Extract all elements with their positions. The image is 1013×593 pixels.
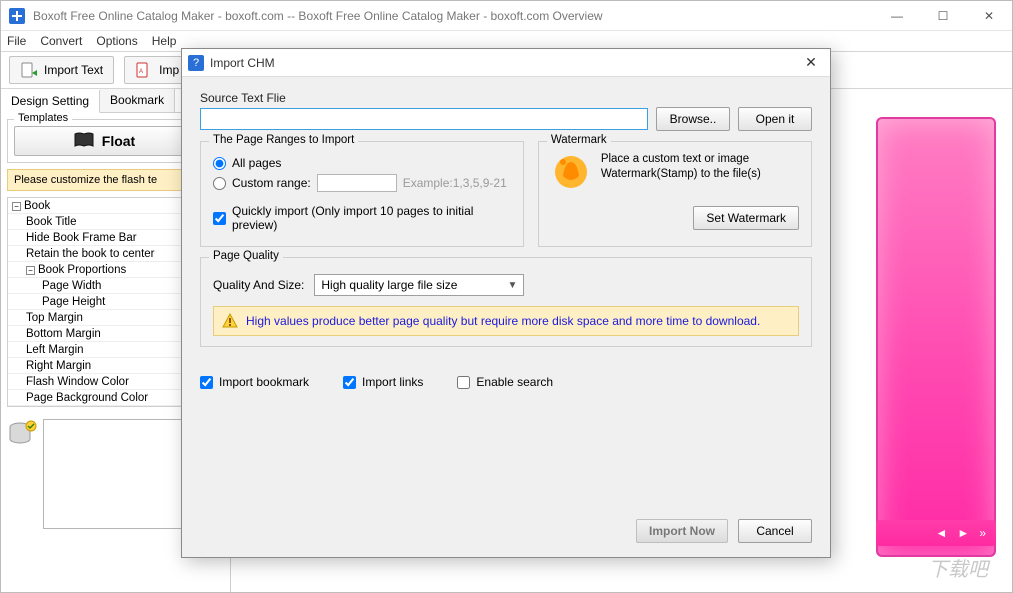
tab-bookmark[interactable]: Bookmark (100, 89, 175, 112)
all-pages-radio[interactable]: All pages (213, 156, 511, 170)
app-icon (9, 8, 25, 24)
watermark-legend: Watermark (547, 134, 611, 146)
tab-design-setting[interactable]: Design Setting (1, 90, 100, 113)
last-page-icon[interactable]: » (979, 526, 986, 540)
import-text-icon (20, 61, 38, 79)
watermark-brand: 下载吧 (928, 553, 988, 582)
custom-range-input[interactable] (317, 174, 397, 192)
maximize-button[interactable]: ☐ (920, 1, 966, 31)
close-button[interactable]: ✕ (966, 1, 1012, 31)
page-quality-group: Page Quality Quality And Size: High qual… (200, 257, 812, 347)
custom-range-example: Example:1,3,5,9-21 (403, 176, 507, 190)
flipbook-toolbar: ◄ ► » (876, 520, 996, 546)
set-watermark-button[interactable]: Set Watermark (693, 206, 799, 230)
import-pdf-icon: A (135, 61, 153, 79)
menu-file[interactable]: File (7, 34, 26, 48)
minimize-button[interactable]: ― (874, 1, 920, 31)
browse-button[interactable]: Browse.. (656, 107, 730, 131)
dialog-help-icon: ? (188, 55, 204, 71)
cancel-button[interactable]: Cancel (738, 519, 812, 543)
import-chm-dialog: ? Import CHM ✕ Source Text Flie Browse..… (181, 48, 831, 558)
next-page-icon[interactable]: ► (957, 526, 969, 540)
flipbook-preview[interactable] (876, 117, 996, 557)
tree-flash-color[interactable]: Flash Window Color (8, 376, 189, 388)
dialog-close-button[interactable]: ✕ (798, 53, 824, 73)
book-icon (74, 132, 94, 151)
watermark-icon (551, 152, 591, 192)
page-ranges-group: The Page Ranges to Import All pages Cust… (200, 141, 524, 247)
tree-book[interactable]: Book (24, 200, 50, 212)
dialog-title: Import CHM (210, 56, 798, 70)
tree-page-bg[interactable]: Page Background Color (8, 392, 189, 404)
import-links-checkbox[interactable]: Import links (343, 375, 423, 389)
tree-proportions[interactable]: Book Proportions (38, 264, 126, 276)
menu-convert[interactable]: Convert (40, 34, 82, 48)
templates-legend: Templates (14, 112, 72, 124)
template-select-button[interactable]: Float (14, 126, 195, 156)
quality-info-banner: High values produce better page quality … (213, 306, 799, 336)
tree-page-width[interactable]: Page Width (8, 280, 189, 292)
tree-left-margin[interactable]: Left Margin (8, 344, 189, 356)
svg-text:A: A (139, 69, 143, 75)
custom-range-radio[interactable]: Custom range: Example:1,3,5,9-21 (213, 174, 511, 192)
tree-retain[interactable]: Retain the book to center (8, 248, 189, 260)
watermark-group: Watermark Place a custom text or image W… (538, 141, 812, 247)
titlebar: Boxoft Free Online Catalog Maker - boxof… (1, 1, 1012, 31)
tree-book-title[interactable]: Book Title (8, 216, 189, 228)
page-ranges-legend: The Page Ranges to Import (209, 134, 358, 146)
dialog-titlebar: ? Import CHM ✕ (182, 49, 830, 77)
source-file-label: Source Text Flie (200, 91, 812, 105)
tree-bottom-margin[interactable]: Bottom Margin (8, 328, 189, 340)
quality-size-select[interactable]: High quality large file size ▼ (314, 274, 524, 296)
database-icon[interactable] (7, 419, 37, 449)
enable-search-checkbox[interactable]: Enable search (457, 375, 553, 389)
tree-right-margin[interactable]: Right Margin (8, 360, 189, 372)
page-quality-legend: Page Quality (209, 250, 283, 262)
open-it-button[interactable]: Open it (738, 107, 812, 131)
tree-top-margin[interactable]: Top Margin (8, 312, 189, 324)
import-text-button[interactable]: Import Text (9, 56, 114, 84)
watermark-description: Place a custom text or image Watermark(S… (601, 152, 761, 182)
quality-size-label: Quality And Size: (213, 278, 304, 292)
prev-page-icon[interactable]: ◄ (936, 526, 948, 540)
source-file-input[interactable] (200, 108, 648, 130)
tree-page-height[interactable]: Page Height (8, 296, 189, 308)
menu-options[interactable]: Options (96, 34, 137, 48)
menu-help[interactable]: Help (152, 34, 177, 48)
import-now-button[interactable]: Import Now (636, 519, 728, 543)
warning-icon (222, 313, 238, 329)
window-title: Boxoft Free Online Catalog Maker - boxof… (33, 9, 874, 23)
import-bookmark-checkbox[interactable]: Import bookmark (200, 375, 309, 389)
tree-hide-frame[interactable]: Hide Book Frame Bar (8, 232, 189, 244)
chevron-down-icon: ▼ (507, 280, 517, 291)
quick-import-checkbox[interactable]: Quickly import (Only import 10 pages to … (213, 204, 511, 232)
